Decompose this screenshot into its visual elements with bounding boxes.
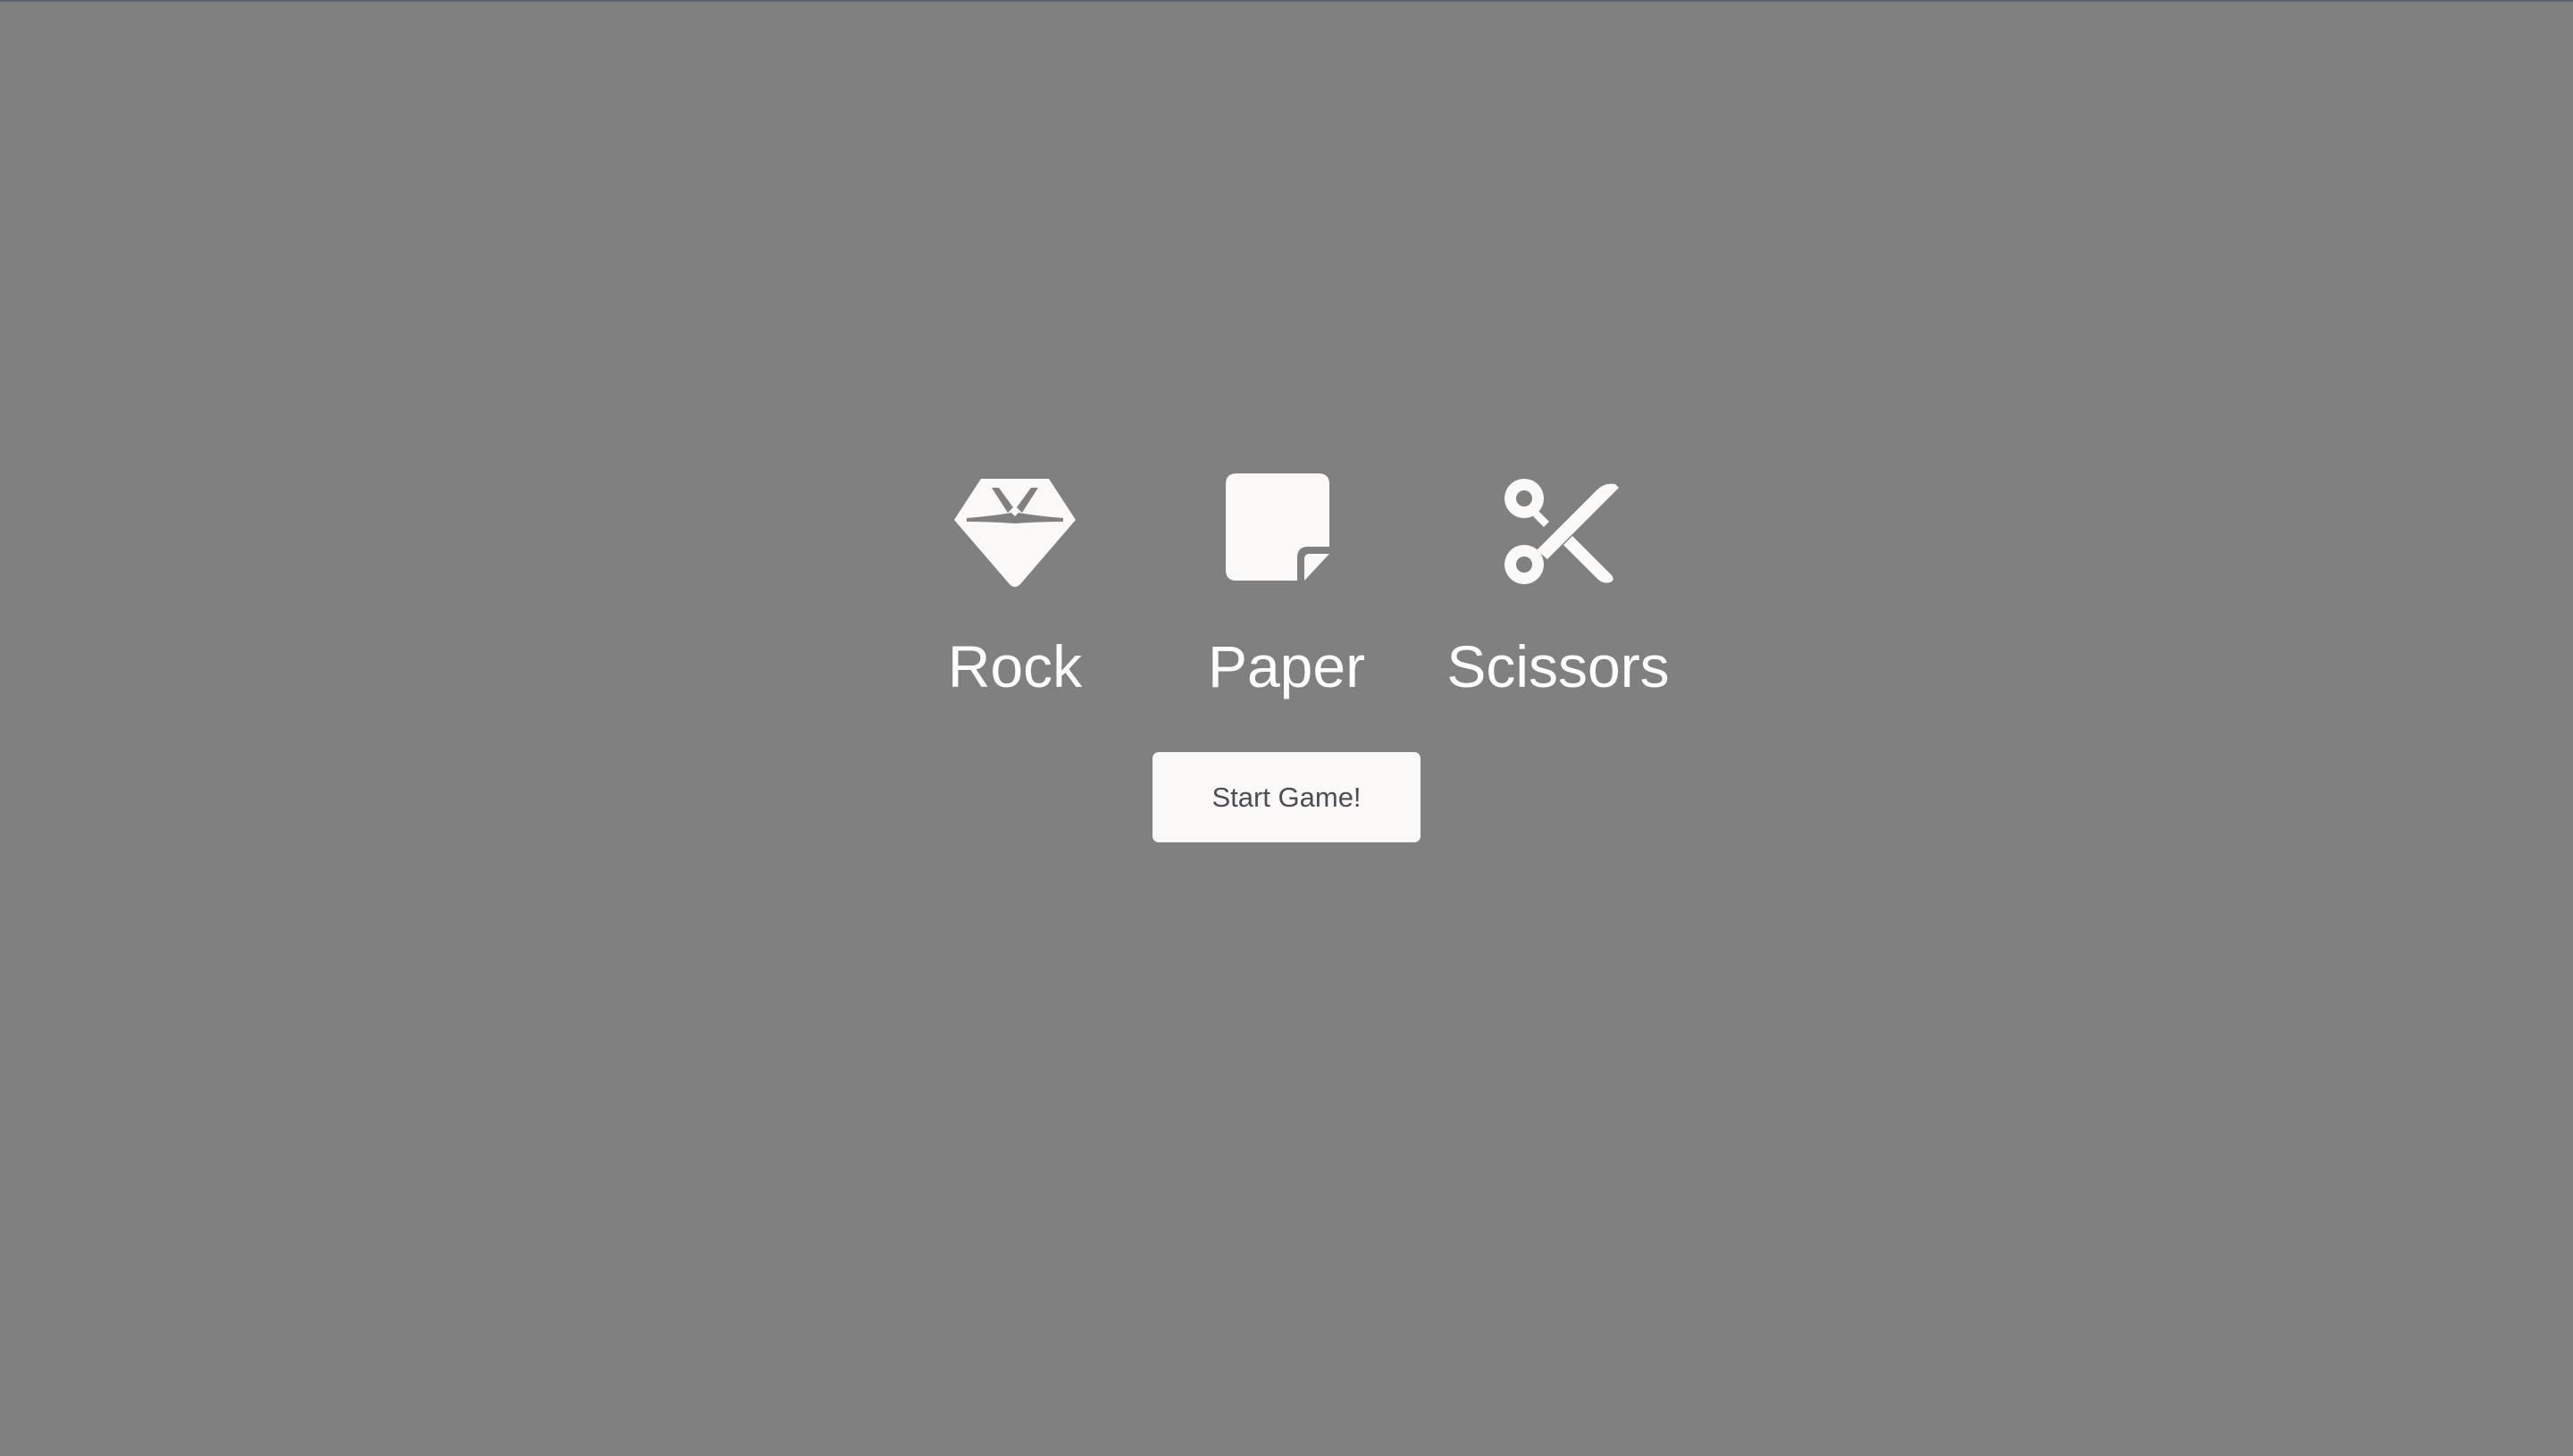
choice-label: Paper — [1207, 633, 1366, 699]
scissors-icon — [1504, 479, 1619, 584]
top-border — [0, 0, 2573, 2]
start-game-button[interactable]: Start Game! — [1152, 752, 1421, 842]
sticky-note-icon — [1226, 473, 1329, 581]
choices-row: Rock Paper Scissors — [0, 473, 2573, 700]
gem-icon — [954, 479, 1076, 587]
choice-label: Rock — [947, 633, 1083, 699]
choice-paper[interactable]: Paper — [1151, 473, 1422, 700]
choice-rock[interactable]: Rock — [879, 473, 1151, 700]
choice-scissors[interactable]: Scissors — [1422, 473, 1694, 700]
choice-label: Scissors — [1446, 633, 1670, 699]
